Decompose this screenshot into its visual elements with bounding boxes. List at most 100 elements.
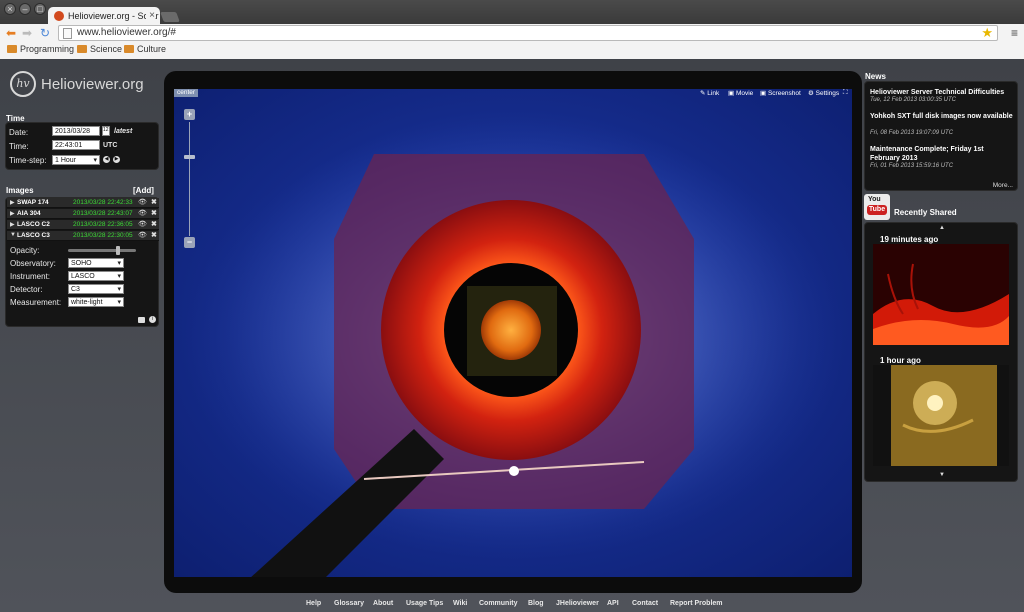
shared-ago: 19 minutes ago bbox=[880, 235, 939, 244]
time-input[interactable]: 22:43:01 bbox=[52, 140, 100, 150]
youtube-you: You bbox=[868, 196, 881, 203]
latest-link[interactable]: latest bbox=[114, 128, 132, 135]
timezone-label: UTC bbox=[103, 142, 118, 149]
maximize-window-icon[interactable]: □ bbox=[34, 3, 46, 15]
footer-link-contact[interactable]: Contact bbox=[632, 600, 658, 607]
movie-button[interactable]: ▣ Movie bbox=[728, 89, 753, 97]
news-headline[interactable]: Yohkoh SXT full disk images now availabl… bbox=[870, 112, 1015, 121]
forward-icon[interactable]: ➡ bbox=[22, 26, 32, 40]
footer-link-help[interactable]: Help bbox=[306, 600, 321, 607]
bookmark-science[interactable]: Science bbox=[77, 44, 122, 54]
news-date: Fri, 08 Feb 2013 19:07:09 UTC bbox=[870, 130, 954, 136]
solar-viewer[interactable] bbox=[174, 89, 852, 577]
add-layer-link[interactable]: [Add] bbox=[133, 186, 154, 195]
zoom-in-button[interactable]: + bbox=[184, 109, 195, 120]
news-headline[interactable]: Maintenance Complete; Friday 1st Februar… bbox=[870, 145, 1015, 163]
close-window-icon[interactable]: × bbox=[4, 3, 16, 15]
thumbnail-image bbox=[873, 365, 1009, 466]
zoom-handle[interactable] bbox=[184, 155, 195, 159]
date-input[interactable]: 2013/03/28 bbox=[52, 126, 100, 136]
layer-timestamp: 2013/03/28 22:36:05 bbox=[73, 221, 133, 228]
new-tab-button[interactable] bbox=[160, 12, 180, 22]
logo-mark: hv bbox=[10, 71, 36, 97]
tab-close-icon[interactable]: × bbox=[146, 10, 155, 21]
bookmark-programming[interactable]: Programming bbox=[7, 44, 74, 54]
visibility-icon[interactable]: 👁 bbox=[138, 198, 147, 206]
footer-link-glossary[interactable]: Glossary bbox=[334, 600, 364, 607]
bookmark-culture[interactable]: Culture bbox=[124, 44, 166, 54]
time-panel: Date: 2013/03/28 12 latest Time: 22:43:0… bbox=[5, 122, 159, 170]
instrument-select[interactable]: LASCO bbox=[68, 271, 124, 281]
expand-icon[interactable]: ▶ bbox=[10, 199, 15, 206]
youtube-icon[interactable]: You Tube bbox=[864, 194, 890, 220]
footer-link-usage-tips[interactable]: Usage Tips bbox=[406, 600, 443, 607]
page: hv Helioviewer.org Time Date: 2013/03/28… bbox=[0, 59, 1024, 612]
footer-link-api[interactable]: API bbox=[607, 600, 619, 607]
zoom-slider[interactable] bbox=[184, 122, 195, 236]
layer-row[interactable]: ▼ LASCO C3 2013/03/28 22:30:05 👁 ✖ bbox=[7, 231, 159, 241]
link-button[interactable]: ✎ Link bbox=[700, 89, 719, 97]
collapse-icon[interactable]: ▼ bbox=[10, 232, 16, 238]
minimize-window-icon[interactable]: – bbox=[19, 3, 31, 15]
footer-link-blog[interactable]: Blog bbox=[528, 600, 544, 607]
layer-row[interactable]: ▶ SWAP 174 2013/03/28 22:42:33 👁 ✖ bbox=[7, 198, 159, 208]
detector-select[interactable]: C3 bbox=[68, 284, 124, 294]
visibility-icon[interactable]: 👁 bbox=[138, 231, 147, 239]
calendar-icon[interactable]: 12 bbox=[102, 126, 110, 136]
bookmark-star-icon[interactable]: ★ bbox=[981, 25, 993, 41]
opacity-handle[interactable] bbox=[116, 246, 120, 255]
zoom-control: + − bbox=[184, 109, 196, 249]
step-back-icon[interactable]: ◀ bbox=[103, 156, 110, 163]
screenshot-button[interactable]: ▣ Screenshot bbox=[760, 89, 801, 97]
news-headline[interactable]: Helioviewer Server Technical Difficultie… bbox=[870, 88, 1015, 97]
opacity-slider[interactable] bbox=[68, 246, 136, 255]
fullscreen-icon[interactable]: ⛶ bbox=[843, 89, 848, 97]
footer-link-about[interactable]: About bbox=[373, 600, 393, 607]
step-forward-icon[interactable]: ▶ bbox=[113, 156, 120, 163]
layer-row[interactable]: ▶ LASCO C2 2013/03/28 22:36:05 👁 ✖ bbox=[7, 220, 159, 230]
footer-link-community[interactable]: Community bbox=[479, 600, 518, 607]
visibility-icon[interactable]: 👁 bbox=[138, 209, 147, 217]
page-icon bbox=[63, 28, 72, 39]
observatory-select[interactable]: SOHO bbox=[68, 258, 124, 268]
news-date: Tue, 12 Feb 2013 03:00:35 UTC bbox=[870, 97, 956, 103]
measurement-select[interactable]: white-light bbox=[68, 297, 124, 307]
news-title: News bbox=[865, 72, 886, 81]
timestep-select[interactable]: 1 Hour bbox=[52, 155, 100, 165]
shared-video-thumbnail[interactable] bbox=[873, 244, 1009, 345]
footer-link-jhelioviewer[interactable]: JHelioviewer bbox=[556, 600, 599, 607]
address-bar[interactable]: www.helioviewer.org/# ★ bbox=[58, 25, 998, 41]
shared-video-thumbnail[interactable] bbox=[873, 365, 1009, 466]
visibility-icon[interactable]: 👁 bbox=[138, 220, 147, 228]
layer-row[interactable]: ▶ AIA 304 2013/03/28 22:43:07 👁 ✖ bbox=[7, 209, 159, 219]
center-button[interactable]: center bbox=[174, 89, 199, 97]
screenshot-label: Screenshot bbox=[767, 90, 801, 97]
footer-link-wiki[interactable]: Wiki bbox=[453, 600, 467, 607]
remove-layer-icon[interactable]: ✖ bbox=[151, 220, 157, 228]
favicon-icon bbox=[54, 11, 64, 21]
reload-icon[interactable]: ↻ bbox=[40, 26, 50, 40]
movie-label: Movie bbox=[735, 90, 754, 97]
image-download-icon[interactable] bbox=[138, 317, 145, 323]
footer-link-report-problem[interactable]: Report Problem bbox=[670, 600, 723, 607]
remove-layer-icon[interactable]: ✖ bbox=[151, 231, 157, 239]
zoom-out-button[interactable]: − bbox=[184, 237, 195, 248]
remove-layer-icon[interactable]: ✖ bbox=[151, 209, 157, 217]
expand-icon[interactable]: ▶ bbox=[10, 221, 15, 228]
logo-text: Helioviewer.org bbox=[41, 76, 144, 93]
back-icon[interactable]: ⬅ bbox=[6, 26, 16, 40]
news-date: Fri, 01 Feb 2013 15:59:16 UTC bbox=[870, 163, 954, 169]
settings-button[interactable]: ⚙ Settings bbox=[808, 89, 839, 97]
expand-icon[interactable]: ▶ bbox=[10, 210, 15, 217]
layer-timestamp: 2013/03/28 22:30:05 bbox=[73, 232, 133, 239]
info-icon[interactable]: i bbox=[149, 316, 156, 323]
time-label: Time: bbox=[9, 142, 29, 151]
remove-layer-icon[interactable]: ✖ bbox=[151, 198, 157, 206]
url-text: www.helioviewer.org/# bbox=[77, 27, 176, 38]
measurement-label: Measurement: bbox=[10, 298, 62, 307]
scroll-down-icon[interactable]: ▼ bbox=[939, 472, 945, 478]
menu-icon[interactable]: ≡ bbox=[1011, 26, 1018, 40]
browser-tab[interactable]: Helioviewer.org - Solar an × bbox=[48, 7, 160, 25]
scroll-up-icon[interactable]: ▲ bbox=[939, 225, 945, 231]
news-more-link[interactable]: More... bbox=[993, 182, 1013, 189]
